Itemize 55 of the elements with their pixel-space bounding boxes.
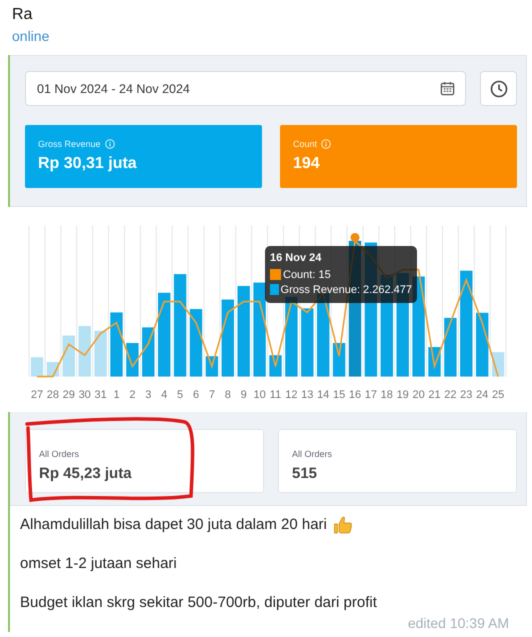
metric-value: 194: [293, 155, 320, 173]
message-text: Alhamdulillah bisa dapet 30 juta dalam 20 hari: [20, 516, 327, 533]
axis-label: 7: [208, 389, 215, 401]
axis-label: 31: [94, 389, 107, 401]
axis-label: 6: [192, 389, 200, 401]
axis-label: 11: [270, 389, 282, 401]
axis-label: 24: [476, 389, 488, 401]
axis-label: 4: [161, 389, 168, 401]
axis-label: 12: [285, 389, 298, 401]
tooltip-title: 16 Nov 24: [270, 252, 322, 264]
info-icon: [104, 139, 115, 149]
axis-label: 21: [428, 389, 441, 401]
axis-label: 17: [364, 389, 378, 401]
axis-label: 29: [62, 389, 75, 401]
axis-label: 16: [348, 389, 362, 401]
axis-label: 5: [177, 389, 184, 401]
axis-label: 1: [113, 389, 120, 401]
axis-label: 27: [30, 389, 44, 401]
axis-label: 10: [253, 389, 266, 401]
thumbs-up-icon: [332, 514, 353, 534]
axis-label: 15: [332, 389, 346, 401]
contact-name: Ra: [12, 6, 32, 24]
clock-button[interactable]: [480, 71, 517, 106]
online-status: online: [12, 28, 50, 44]
info-icon: [321, 139, 332, 149]
axis-label: 14: [317, 389, 330, 401]
axis-label: 3: [145, 389, 152, 401]
total-label: All Orders: [292, 449, 332, 459]
metric-label: Count: [293, 139, 318, 149]
metric-label: Gross Revenue: [38, 139, 101, 149]
metric-value: Rp 30,31 juta: [38, 155, 137, 173]
calendar-icon: [440, 81, 455, 96]
axis-label: 18: [380, 389, 393, 401]
axis-label: 23: [460, 389, 472, 401]
clock-icon: [490, 80, 508, 98]
tooltip-value: Count: 15: [283, 268, 331, 280]
axis-label: 22: [444, 389, 457, 401]
axis-label: 25: [492, 389, 504, 401]
message-text: Budget iklan skrg sekitar 500-700rb, diputer dari profit: [20, 594, 377, 611]
axis-label: 8: [224, 389, 231, 401]
axis-label: 13: [301, 389, 314, 401]
message-text: omset 1-2 jutaan sehari: [20, 555, 177, 572]
date-range-field[interactable]: 01 Nov 2024 - 24 Nov 2024: [25, 71, 466, 106]
total-label: All Orders: [39, 449, 80, 459]
axis-label: 28: [46, 389, 60, 401]
axis-label: 9: [240, 389, 247, 401]
total-value: Rp 45,23 juta: [39, 465, 132, 482]
hover-point: [350, 232, 360, 242]
tooltip-value: Gross Revenue: 2.262.477: [280, 284, 412, 296]
axis-label: 19: [396, 389, 409, 401]
axis-label: 30: [78, 389, 91, 401]
edited-timestamp: edited 10:39 AM: [408, 615, 509, 631]
axis-label: 20: [412, 389, 425, 401]
axis-label: 2: [129, 389, 136, 401]
total-value: 515: [292, 465, 318, 482]
